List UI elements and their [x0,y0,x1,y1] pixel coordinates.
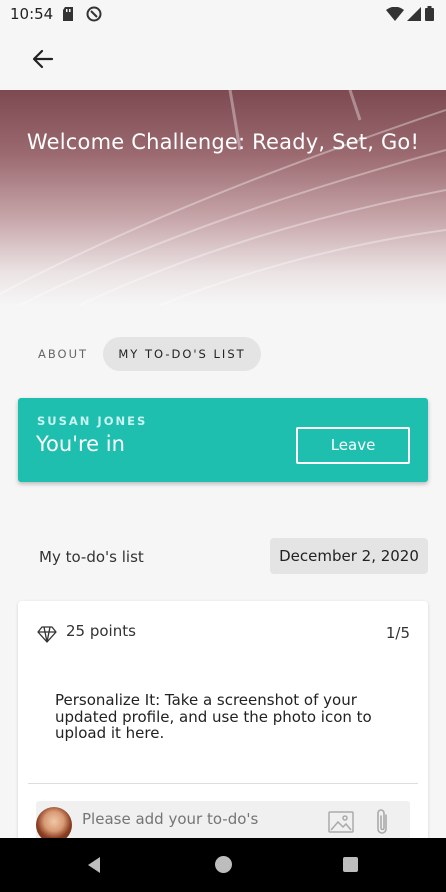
task-points: 25 points [66,622,136,640]
divider [28,783,418,784]
status-time: 10:54 [10,5,54,23]
date-selector[interactable]: December 2, 2020 [270,538,428,574]
tab-my-todo-list[interactable]: MY TO-DO'S LIST [103,337,261,371]
paperclip-icon[interactable] [372,807,392,837]
tab-about[interactable]: ABOUT [38,347,88,361]
diamond-icon [37,624,57,644]
nav-recents-icon[interactable] [343,857,358,872]
status-bar: 10:54 [0,0,446,28]
system-nav-bar [0,838,446,892]
leave-button[interactable]: Leave [296,427,410,464]
user-name: SUSAN JONES [37,414,148,428]
data-saver-icon [86,6,102,26]
todo-comment-input[interactable] [80,809,304,829]
battery-icon [425,6,434,25]
task-description: Personalize It: Take a screenshot of you… [55,691,372,742]
tab-bar: ABOUT MY TO-DO'S LIST [0,337,446,373]
join-status-card: SUSAN JONES You're in Leave [18,398,428,482]
task-card: 25 points 1/5 Personalize It: Take a scr… [18,601,428,861]
signal-icon [407,6,421,25]
track-lanes-image [0,90,446,305]
todo-list-heading: My to-do's list [39,548,144,566]
nav-back-icon[interactable] [86,856,104,874]
hero-banner: Welcome Challenge: Ready, Set, Go! [0,90,446,305]
app-bar [0,28,446,90]
task-progress: 1/5 [385,624,410,642]
photo-icon[interactable] [328,809,354,835]
back-arrow-icon[interactable] [30,46,56,72]
sd-card-icon [63,6,75,25]
challenge-title: Welcome Challenge: Ready, Set, Go! [26,130,420,154]
join-status-text: You're in [36,432,125,456]
wifi-icon [386,6,404,25]
nav-home-icon[interactable] [215,856,232,873]
